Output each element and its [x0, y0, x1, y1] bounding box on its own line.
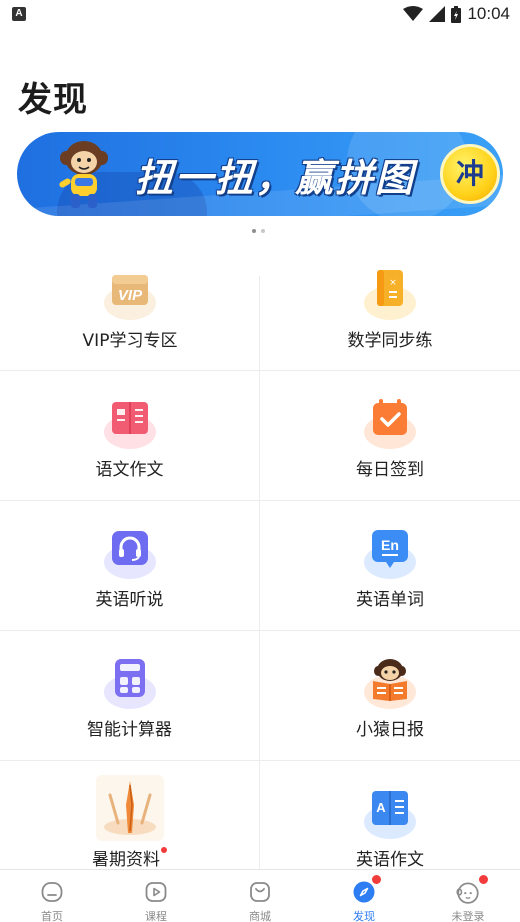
page-title: 发现 — [18, 80, 88, 120]
feature-label: 英语作文 — [356, 850, 424, 870]
feature-monkey-daily[interactable]: 小猿日报 — [260, 631, 520, 760]
feature-label: VIP学习专区 — [82, 331, 178, 351]
feature-label-with-badge: 暑期资料 — [0, 845, 259, 870]
calculator-icon — [115, 659, 145, 697]
feature-label: 每日签到 — [356, 460, 424, 480]
new-badge — [161, 847, 167, 853]
monkey-news-icon — [373, 659, 407, 701]
feature-english-listening[interactable]: 英语听说 — [0, 501, 260, 630]
banner-go-button[interactable]: 冲 — [440, 144, 500, 204]
feature-daily-checkin[interactable]: 每日签到 — [260, 371, 520, 500]
tab-label: 发现 — [353, 910, 375, 922]
tab-profile[interactable]: 未登录 — [416, 870, 520, 922]
wifi-icon — [403, 6, 424, 21]
svg-text:A: A — [376, 800, 386, 815]
battery-icon — [451, 5, 462, 23]
app-notification-icon: A — [12, 7, 26, 21]
status-bar: A 10:04 — [0, 0, 520, 28]
compass-icon — [353, 881, 375, 903]
home-icon — [41, 882, 63, 902]
svg-text:×: × — [389, 278, 397, 288]
math-book-icon: × — [377, 270, 403, 306]
avatar-icon — [456, 882, 479, 904]
notification-badge — [372, 875, 381, 884]
chinese-book-icon — [112, 402, 148, 434]
tab-shop[interactable]: 商城 — [208, 870, 312, 922]
feature-label: 小猿日报 — [356, 720, 424, 740]
shop-bag-icon — [250, 882, 270, 902]
feature-english-words[interactable]: En 英语单词 — [260, 501, 520, 630]
tab-discover[interactable]: 发现 — [312, 870, 416, 922]
tab-label: 商城 — [249, 910, 271, 922]
calendar-check-icon — [373, 399, 407, 435]
feature-label: 英语听说 — [95, 590, 164, 610]
feature-label: 暑期资料 — [92, 850, 160, 870]
svg-text:En: En — [381, 537, 399, 553]
tab-label: 课程 — [145, 910, 167, 922]
vip-icon: VIP — [112, 275, 148, 305]
clock: 10:04 — [467, 4, 510, 23]
tab-home[interactable]: 首页 — [0, 870, 104, 922]
tab-label: 首页 — [41, 910, 63, 922]
english-essay-icon: A — [372, 791, 408, 825]
banner-slogan: 扭一扭，赢拼图 — [135, 156, 416, 200]
monkey-mascot-icon — [59, 141, 108, 208]
summer-material-icon — [96, 775, 164, 841]
signal-icon — [429, 6, 446, 22]
feature-smart-calculator[interactable]: 智能计算器 — [0, 631, 260, 760]
promo-banner[interactable]: 扭一扭，赢拼图 冲 — [17, 132, 503, 216]
headset-icon — [112, 531, 148, 565]
bottom-tab-bar: 首页 课程 商城 发现 未登录 — [0, 869, 520, 922]
tab-courses[interactable]: 课程 — [104, 870, 208, 922]
feature-chinese-essay[interactable]: 语文作文 — [0, 371, 260, 500]
play-icon — [145, 882, 167, 902]
svg-text:VIP: VIP — [118, 287, 143, 304]
feature-grid: VIP VIP学习专区 × 数学同步练 语文作文 每日签到 英语听说 En 英语… — [0, 242, 520, 891]
feature-label: 数学同步练 — [347, 331, 433, 351]
tab-label: 未登录 — [451, 910, 485, 922]
pagination-dot-active — [252, 229, 256, 233]
feature-math-practice[interactable]: × 数学同步练 — [260, 242, 520, 370]
feature-label: 英语单词 — [356, 590, 424, 610]
feature-vip-zone[interactable]: VIP VIP学习专区 — [0, 242, 260, 370]
en-word-icon: En — [372, 530, 408, 568]
feature-label: 智能计算器 — [87, 720, 172, 740]
notification-badge — [479, 875, 488, 884]
pagination-dot — [261, 229, 265, 233]
banner-pagination — [252, 229, 265, 233]
feature-label: 语文作文 — [95, 460, 164, 480]
